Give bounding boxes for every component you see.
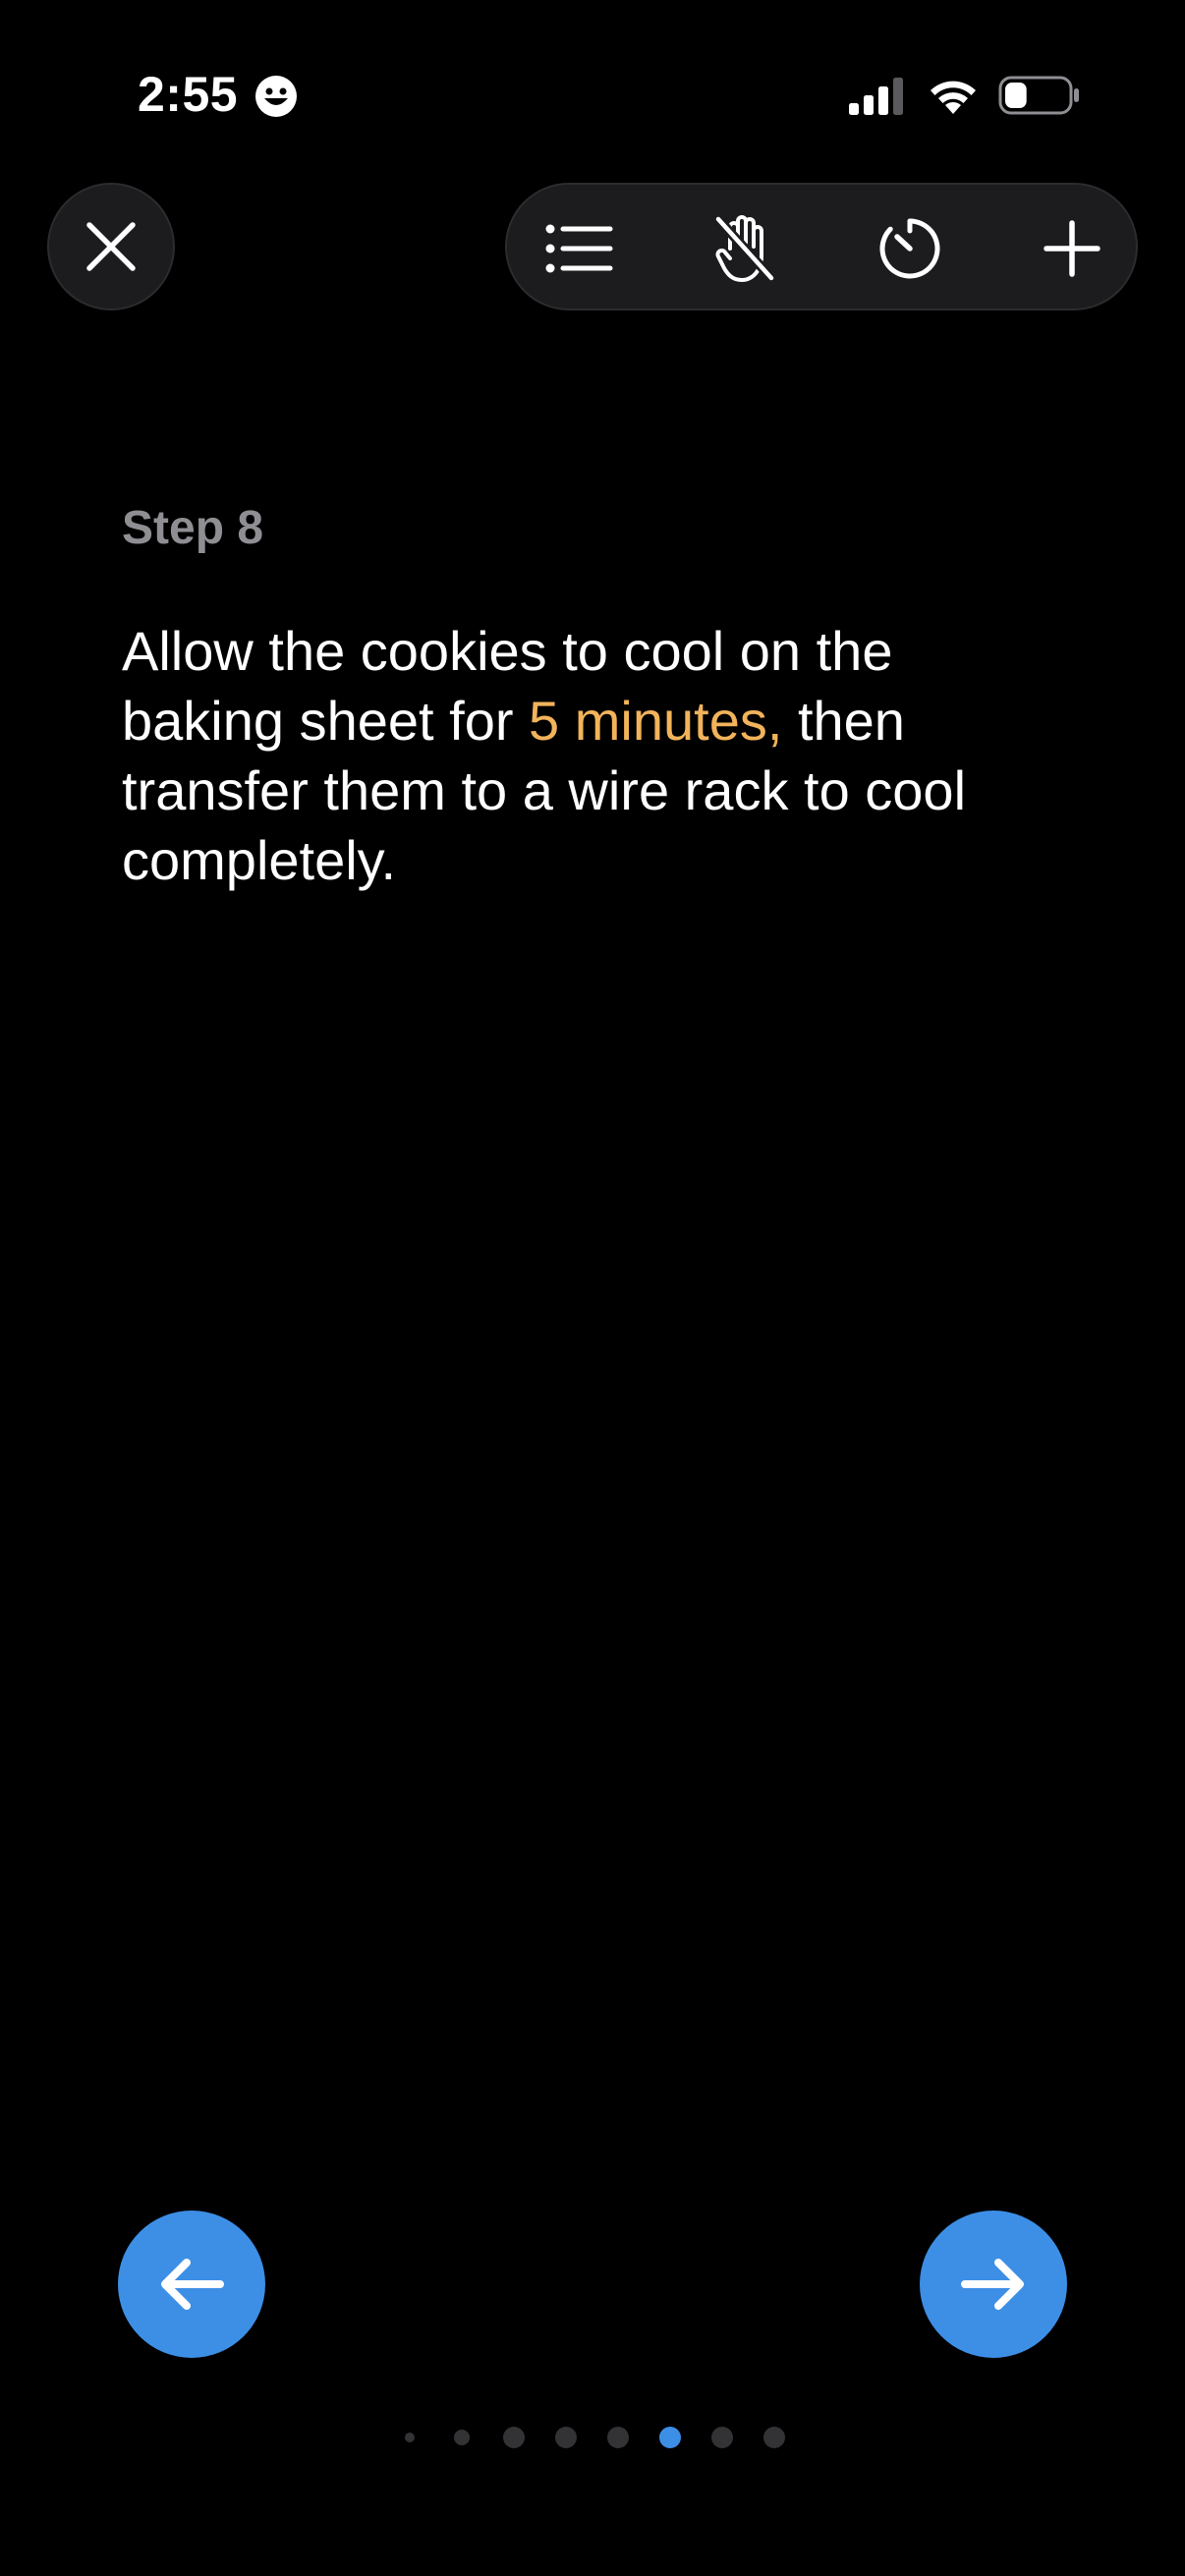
grinning-face-icon [255,76,297,117]
page-dot[interactable] [763,2427,785,2448]
cellular-signal-icon [849,78,903,115]
page-dot[interactable] [555,2427,577,2448]
previous-step-button[interactable] [118,2211,265,2358]
page-dot[interactable] [454,2430,470,2445]
step-label: Step 8 [122,502,264,554]
status-bar: 2:55 [0,0,1185,187]
page-dot[interactable] [405,2433,415,2442]
page-dot[interactable] [503,2427,525,2448]
list-icon [545,224,613,273]
hands-free-button[interactable] [705,209,784,288]
close-icon [86,222,136,271]
ingredients-list-button[interactable] [540,209,619,288]
battery-icon [998,76,1079,115]
status-time: 2:55 [138,67,239,122]
close-button[interactable] [47,183,175,310]
timer-button[interactable] [871,209,949,288]
arrow-right-icon [961,2259,1024,2310]
hands-free-off-icon [713,214,776,283]
add-button[interactable] [1033,209,1111,288]
timer-highlight-link[interactable]: 5 minutes, [529,690,782,752]
plus-icon [1044,220,1100,277]
page-indicator [0,2423,1185,2452]
arrow-left-icon [161,2259,224,2310]
cooking-toolbar [505,183,1138,310]
page-dot[interactable] [711,2427,733,2448]
page-dot[interactable] [607,2427,629,2448]
timer-icon [879,218,940,279]
page-dot[interactable] [659,2427,681,2448]
next-step-button[interactable] [920,2211,1067,2358]
step-instruction: Allow the cookies to cool on the baking … [122,616,1065,895]
wifi-icon [931,81,976,114]
